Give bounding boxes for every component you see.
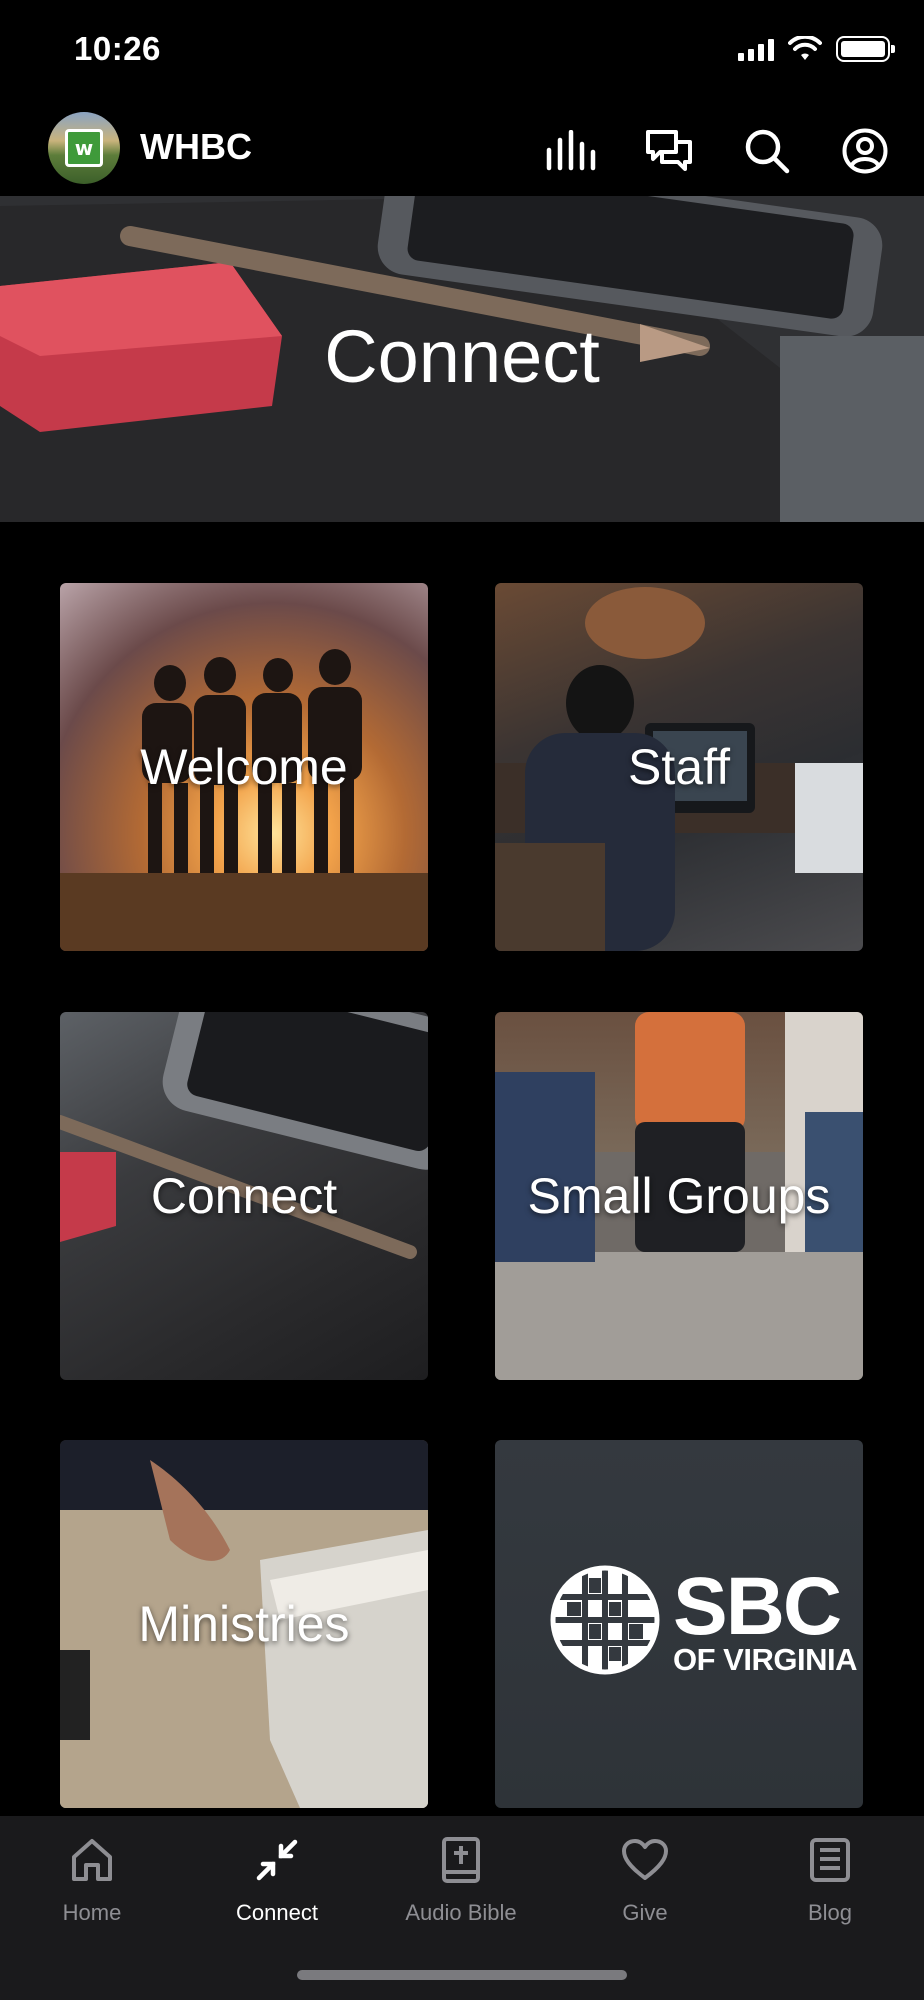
tile-sbc-of-virginia[interactable]: SBC OF VIRGINIA: [495, 1440, 863, 1808]
now-playing-button[interactable]: [542, 122, 600, 180]
header-actions: [542, 122, 894, 180]
home-icon: [72, 1839, 112, 1881]
church-logo[interactable]: w: [48, 112, 120, 184]
tile-welcome[interactable]: Welcome: [60, 583, 428, 951]
tab-connect[interactable]: Connect: [192, 1834, 362, 1926]
tab-label: Connect: [236, 1900, 318, 1925]
status-time: 10:26: [74, 30, 161, 67]
messages-button[interactable]: [640, 122, 698, 180]
tab-label: Give: [622, 1900, 668, 1925]
app-name: WHBC: [140, 126, 252, 167]
blog-icon: [810, 1838, 850, 1882]
search-icon: [745, 129, 790, 174]
bible-icon: [442, 1837, 480, 1883]
tile-small-groups[interactable]: Small Groups: [495, 1012, 863, 1380]
hero-banner: Connect: [0, 196, 924, 522]
heart-icon: [622, 1839, 668, 1880]
sbc-logo-big: SBC: [673, 1560, 842, 1652]
user-circle-icon: [842, 128, 888, 174]
tile-label: Welcome: [140, 739, 348, 795]
home-indicator: [297, 1970, 627, 1980]
tile-ministries[interactable]: Ministries: [60, 1440, 428, 1808]
globe-icon: [550, 1565, 660, 1675]
tile-label: Staff: [628, 739, 730, 795]
tile-label: Small Groups: [527, 1168, 831, 1224]
sbc-logo: SBC OF VIRGINIA: [547, 1562, 857, 1678]
connect-icon: [256, 1839, 298, 1881]
tile-label: Ministries: [138, 1596, 350, 1652]
tab-label: Home: [62, 1900, 122, 1925]
tab-blog[interactable]: Blog: [745, 1834, 915, 1926]
tile-connect[interactable]: Connect: [60, 1012, 428, 1380]
tab-give[interactable]: Give: [560, 1834, 730, 1926]
tab-home[interactable]: Home: [7, 1834, 177, 1926]
tab-audio-bible[interactable]: Audio Bible: [376, 1834, 546, 1926]
logo-mark: w: [65, 129, 103, 167]
profile-button[interactable]: [836, 122, 894, 180]
cellular-signal-icon: [738, 37, 774, 61]
battery-icon: [836, 36, 895, 62]
tab-label: Blog: [807, 1900, 853, 1925]
tab-label: Audio Bible: [405, 1900, 517, 1925]
status-bar: 10:26: [0, 0, 924, 100]
sbc-logo-small: OF VIRGINIA: [673, 1641, 857, 1677]
search-button[interactable]: [738, 122, 796, 180]
tile-label: Connect: [150, 1168, 338, 1224]
tile-staff[interactable]: Staff: [495, 583, 863, 951]
audio-bars-icon: [546, 130, 596, 171]
app-header: w WHBC: [0, 108, 924, 194]
status-icons: [738, 36, 895, 62]
hero-title: Connect: [324, 315, 600, 398]
chat-icon: [646, 130, 692, 171]
wifi-icon: [788, 36, 822, 60]
sbc-wordmark: SBC OF VIRGINIA: [673, 1560, 857, 1677]
